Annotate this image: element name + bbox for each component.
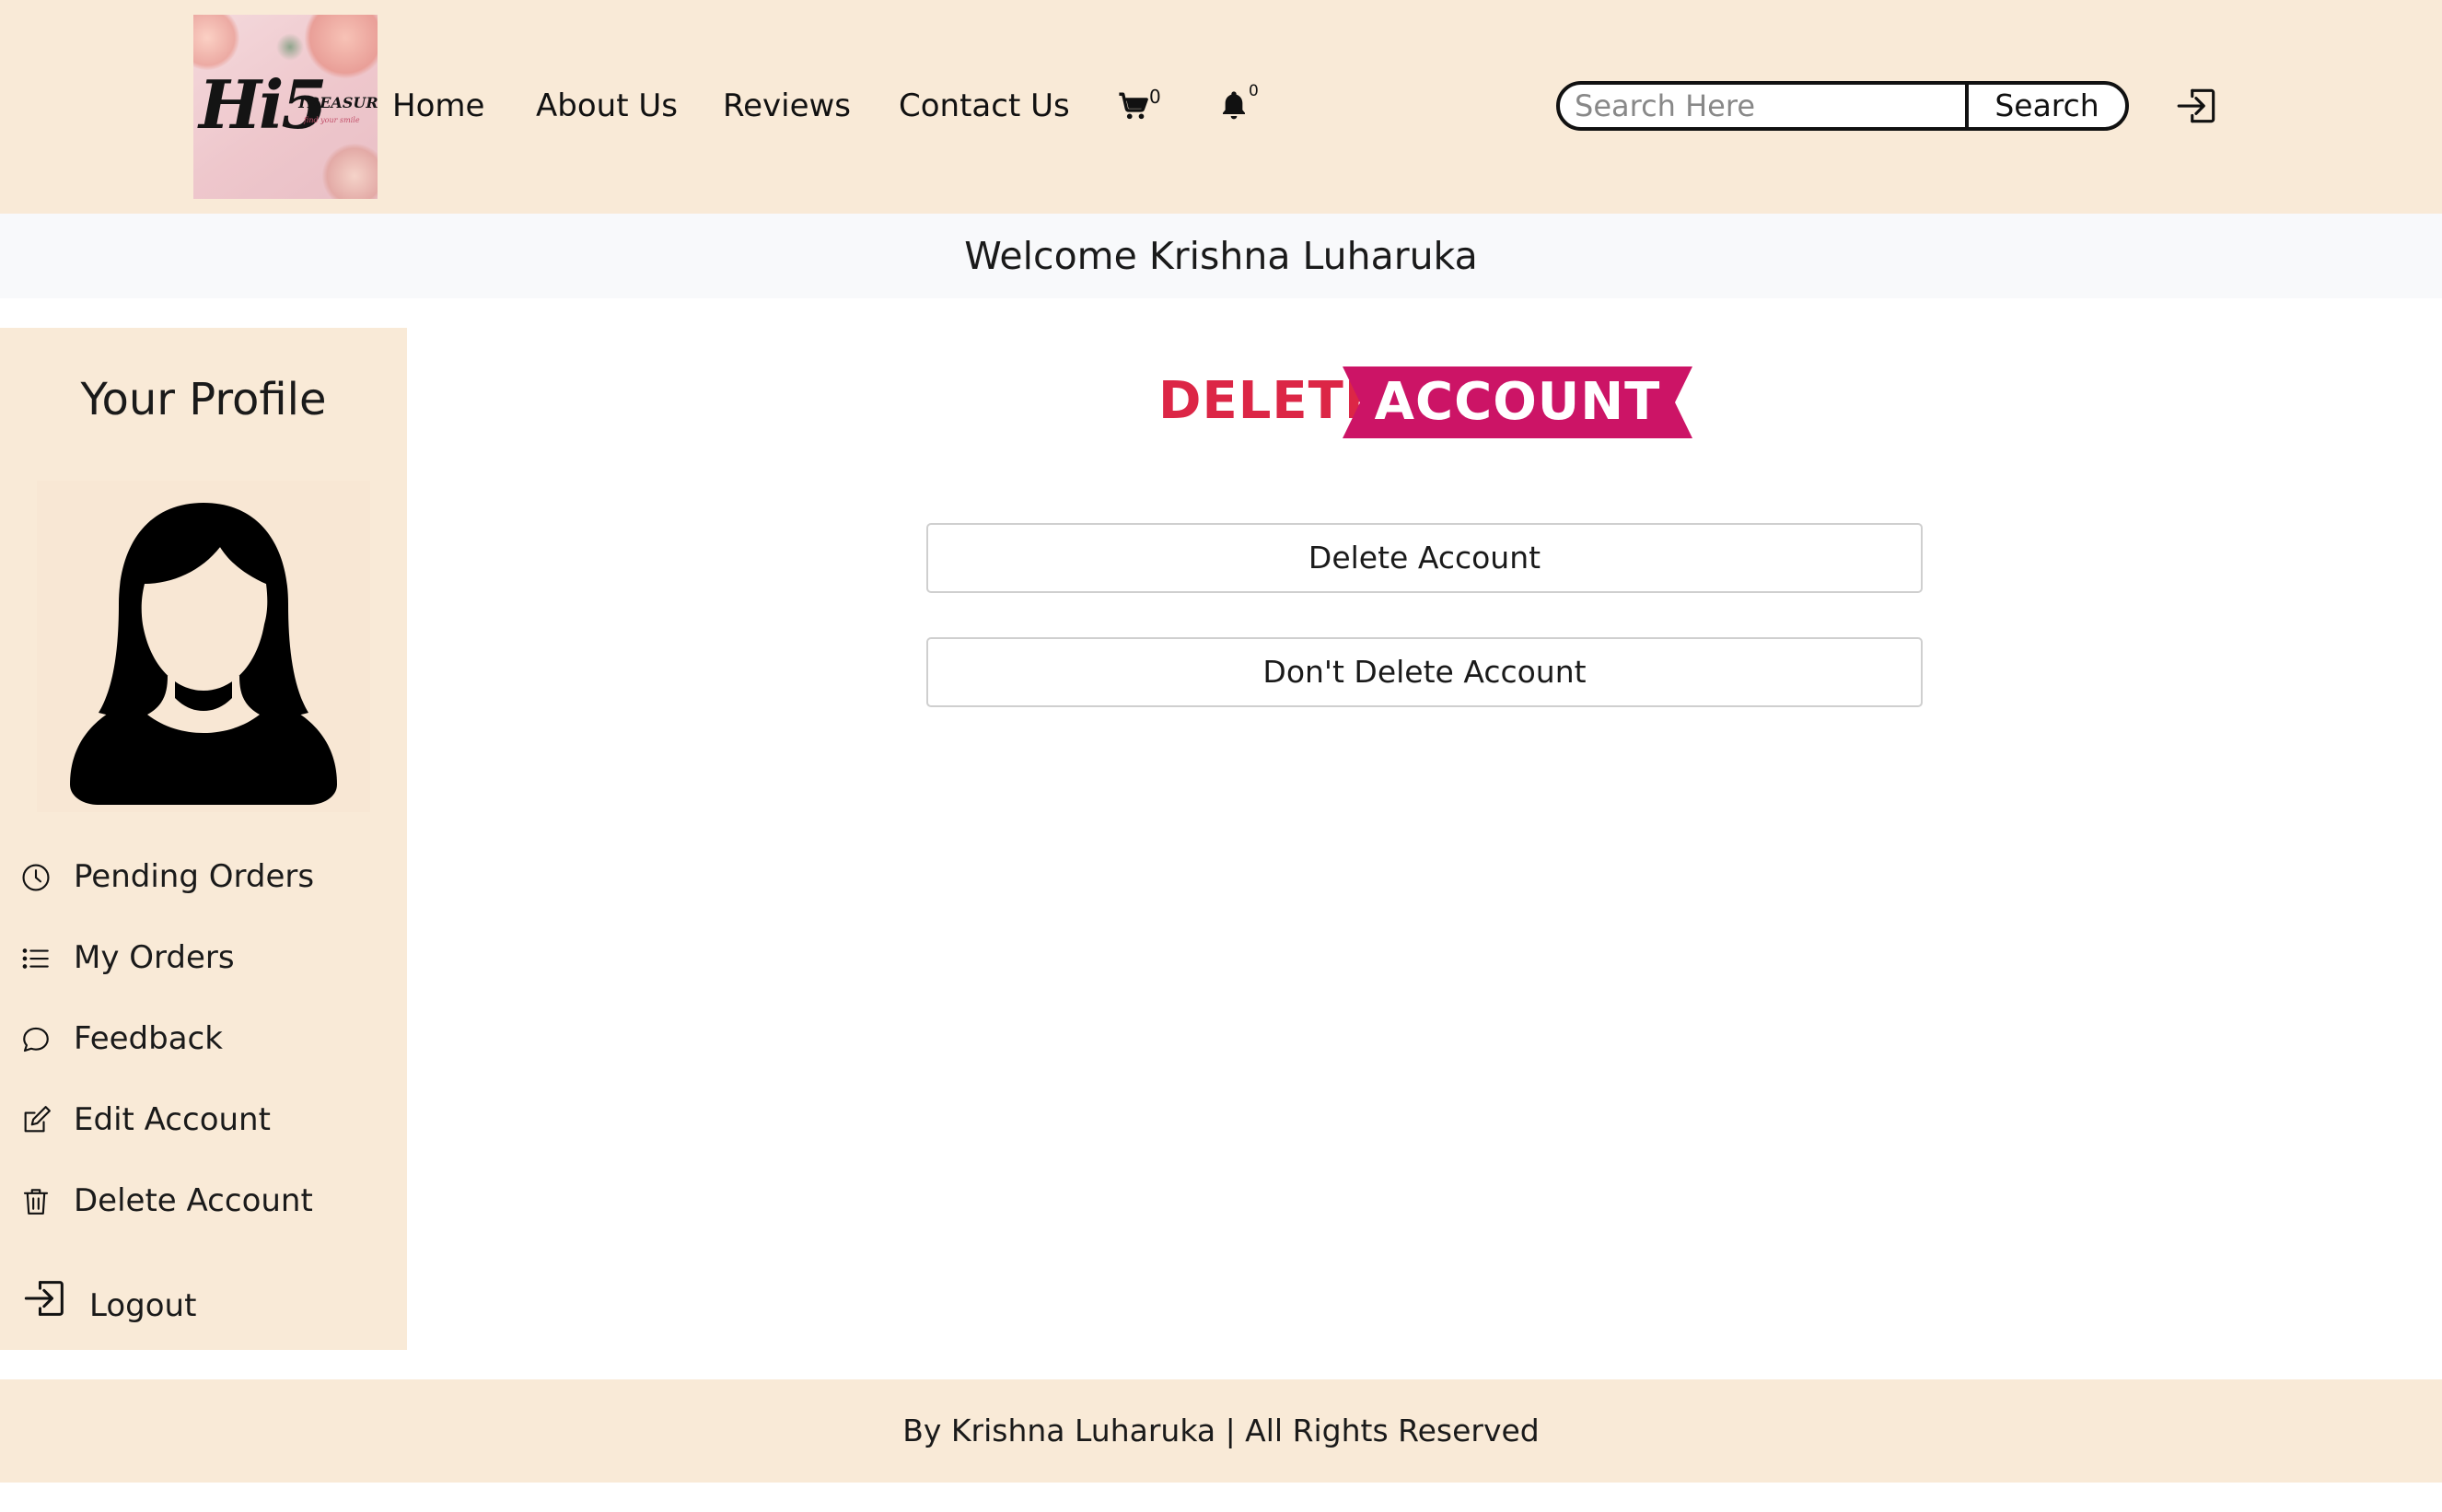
- chat-bubble-icon: [20, 1024, 52, 1059]
- logout-icon: [22, 1274, 70, 1326]
- site-logo[interactable]: Hi5 TREASURES find your smile: [193, 15, 378, 199]
- sidebar-item-my-orders[interactable]: My Orders: [0, 928, 407, 987]
- edit-icon: [20, 1105, 52, 1140]
- flower-decoration: [322, 144, 378, 199]
- bell-icon[interactable]: [1219, 88, 1249, 125]
- nav-contact-us[interactable]: Contact Us: [899, 85, 1070, 127]
- sidebar-item-delete-account[interactable]: Delete Account: [0, 1171, 407, 1230]
- list-icon: [20, 943, 52, 978]
- flower-decoration: [193, 15, 239, 70]
- nav-about-us[interactable]: About Us: [536, 85, 678, 127]
- clock-icon: [20, 862, 52, 897]
- search-bar: Search: [1556, 81, 2129, 131]
- logo-tagline: find your smile: [304, 116, 360, 124]
- welcome-text: Welcome Krishna Luharuka: [964, 234, 1478, 278]
- site-footer: By Krishna Luharuka | All Rights Reserve…: [0, 1379, 2442, 1483]
- search-input[interactable]: [1560, 85, 1980, 127]
- nav-reviews[interactable]: Reviews: [723, 85, 851, 127]
- welcome-banner: Welcome Krishna Luharuka: [0, 214, 2442, 298]
- sidebar-item-label: Logout: [89, 1287, 197, 1324]
- female-user-icon: [37, 481, 370, 812]
- trash-icon: [20, 1186, 52, 1221]
- dont-delete-account-button[interactable]: Don't Delete Account: [926, 637, 1923, 707]
- site-header: Hi5 TREASURES find your smile Home About…: [0, 0, 2442, 214]
- sidebar-item-label: Delete Account: [74, 1182, 313, 1219]
- search-button[interactable]: Search: [1965, 85, 2125, 127]
- cart-count: 0: [1149, 86, 1161, 108]
- sidebar-item-label: Feedback: [74, 1020, 223, 1057]
- notification-count: 0: [1249, 82, 1259, 100]
- sidebar-item-label: My Orders: [74, 939, 235, 976]
- sidebar-item-label: Pending Orders: [74, 858, 315, 895]
- sidebar-item-logout[interactable]: Logout: [0, 1265, 407, 1335]
- sidebar-item-feedback[interactable]: Feedback: [0, 1009, 407, 1068]
- delete-account-button[interactable]: Delete Account: [926, 523, 1923, 593]
- sidebar-item-edit-account[interactable]: Edit Account: [0, 1090, 407, 1149]
- leaf-decoration: [276, 33, 304, 61]
- profile-sidebar: Your Profile Pending Orders My Orders Fe…: [0, 328, 407, 1350]
- sidebar-title: Your Profile: [80, 374, 327, 425]
- sidebar-item-pending-orders[interactable]: Pending Orders: [0, 847, 407, 906]
- nav-home[interactable]: Home: [392, 85, 484, 127]
- footer-text: By Krishna Luharuka | All Rights Reserve…: [902, 1413, 1540, 1448]
- login-icon[interactable]: [2175, 83, 2221, 133]
- sidebar-item-label: Edit Account: [74, 1101, 271, 1138]
- cart-icon[interactable]: [1118, 90, 1149, 125]
- logo-sub-text: TREASURES: [297, 94, 378, 111]
- heading-part-account: ACCOUNT: [1374, 372, 1661, 432]
